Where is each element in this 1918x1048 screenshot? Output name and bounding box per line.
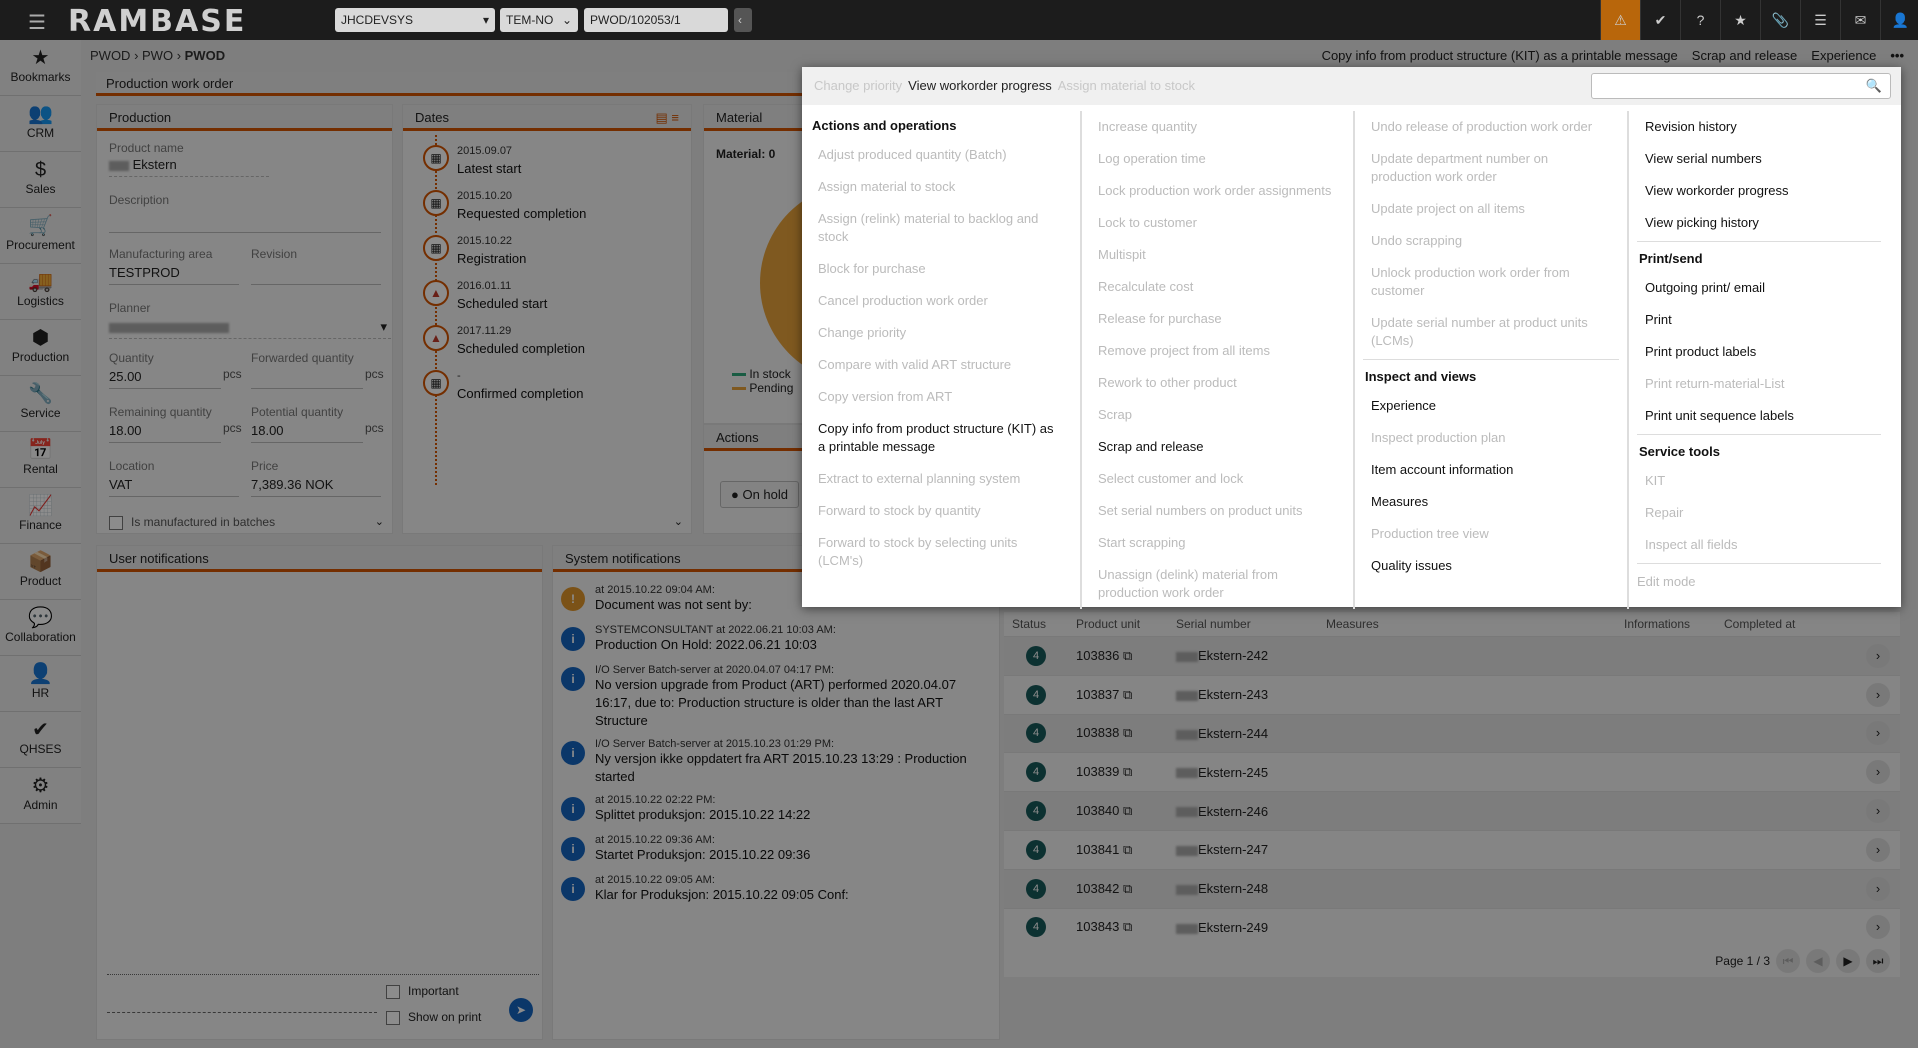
menu-group-title: Inspect and views xyxy=(1365,369,1477,384)
menu-item[interactable]: View picking history xyxy=(1637,207,1881,239)
menu-divider xyxy=(1637,241,1881,242)
menu-item[interactable]: Assign (relink) material to backlog and … xyxy=(810,203,1072,253)
mail-icon[interactable]: ✉ xyxy=(1840,0,1880,40)
menu-item[interactable]: Set serial numbers on product units xyxy=(1090,495,1345,527)
badge-check-icon[interactable]: ✔ xyxy=(1640,0,1680,40)
menu-item[interactable]: Undo release of production work order xyxy=(1363,111,1619,143)
menu-item[interactable]: Print product labels xyxy=(1637,336,1881,368)
menu-item[interactable]: Inspect production plan xyxy=(1363,422,1619,454)
menu-divider xyxy=(1637,434,1881,435)
chevron-down-icon: ⌄ xyxy=(561,13,572,27)
recent-action[interactable]: Change priority xyxy=(814,78,902,93)
menu-item[interactable]: Forward to stock by selecting units (LCM… xyxy=(810,527,1072,577)
back-button[interactable]: ‹ xyxy=(734,8,752,32)
menu-group-title: Service tools xyxy=(1639,444,1720,459)
menu-column: Increase quantity Log operation time Lock … xyxy=(1080,111,1353,609)
menu-item[interactable]: Select customer and lock xyxy=(1090,463,1345,495)
menu-item[interactable]: Update project on all items xyxy=(1363,193,1619,225)
menu-item[interactable]: Copy info from product structure (KIT) a… xyxy=(810,413,1072,463)
menu-item[interactable]: Adjust produced quantity (Batch) xyxy=(810,139,1072,171)
chevron-down-icon: ▾ xyxy=(482,13,489,27)
menu-icon[interactable]: ☰ xyxy=(28,10,46,35)
recent-actions: Change priority View workorder progress As… xyxy=(802,67,1901,105)
recent-action[interactable]: Assign material to stock xyxy=(1058,78,1195,93)
menu-item[interactable]: Print return-material-List xyxy=(1637,368,1881,400)
menu-item[interactable]: Measures xyxy=(1363,486,1619,518)
menu-item[interactable]: Update serial number at product units (L… xyxy=(1363,307,1619,357)
menu-item[interactable]: Change priority xyxy=(810,317,1072,349)
menu-item[interactable]: Scrap xyxy=(1090,399,1345,431)
menu-item[interactable]: Production tree view xyxy=(1363,518,1619,550)
menu-item[interactable]: Scrap and release xyxy=(1090,431,1345,463)
menu-item[interactable]: Start scrapping xyxy=(1090,527,1345,559)
company-select[interactable]: JHCDEVSYS ▾ xyxy=(335,8,495,32)
menu-column: Undo release of production work order Upd… xyxy=(1353,111,1627,609)
paperclip-icon[interactable]: 📎 xyxy=(1760,0,1800,40)
menu-item[interactable]: Forward to stock by quantity xyxy=(810,495,1072,527)
menu-item[interactable]: Print xyxy=(1637,304,1881,336)
menu-item[interactable]: Unassign (delink) material from producti… xyxy=(1090,559,1345,609)
region-select[interactable]: TEM-NO ⌄ xyxy=(500,8,578,32)
logo: RAMBASE xyxy=(68,4,247,39)
menu-item[interactable]: KIT xyxy=(1637,465,1881,497)
menu-item[interactable]: Lock production work order assignments xyxy=(1090,175,1345,207)
menu-item[interactable]: Quality issues xyxy=(1363,550,1619,582)
menu-divider xyxy=(1637,563,1881,564)
menu-item[interactable]: Increase quantity xyxy=(1090,111,1345,143)
search-icon[interactable]: 🔍 xyxy=(1866,78,1882,94)
menu-item[interactable]: Outgoing print/ email xyxy=(1637,272,1881,304)
menu-item[interactable]: Experience xyxy=(1363,390,1619,422)
menu-item[interactable]: Print unit sequence labels xyxy=(1637,400,1881,432)
warning-icon[interactable]: ⚠ xyxy=(1600,0,1640,40)
menu-item[interactable]: View workorder progress xyxy=(1637,175,1881,207)
menu-item[interactable]: Revision history xyxy=(1637,111,1881,143)
list-icon[interactable]: ☰ xyxy=(1800,0,1840,40)
menu-item[interactable]: Cancel production work order xyxy=(810,285,1072,317)
menu-item[interactable]: Log operation time xyxy=(1090,143,1345,175)
menu-item[interactable]: Rework to other product xyxy=(1090,367,1345,399)
recent-action[interactable]: View workorder progress xyxy=(908,78,1052,93)
menu-item[interactable]: Block for purchase xyxy=(810,253,1072,285)
menu-item[interactable]: Repair xyxy=(1637,497,1881,529)
menu-item[interactable]: Unlock production work order from custom… xyxy=(1363,257,1619,307)
menu-group-title: Print/send xyxy=(1639,251,1703,266)
menu-column: Actions and operations Adjust produced qu… xyxy=(802,111,1080,609)
menu-divider xyxy=(1363,359,1619,360)
menu-item[interactable]: Copy version from ART xyxy=(810,381,1072,413)
menu-item[interactable]: Item account information xyxy=(1363,454,1619,486)
menu-item[interactable]: Remove project from all items xyxy=(1090,335,1345,367)
menu-item[interactable]: Lock to customer xyxy=(1090,207,1345,239)
menu-item[interactable]: Release for purchase xyxy=(1090,303,1345,335)
menu-item[interactable]: Undo scrapping xyxy=(1363,225,1619,257)
menu-item[interactable]: Extract to external planning system xyxy=(810,463,1072,495)
menu-item[interactable]: Multispit xyxy=(1090,239,1345,271)
menu-item[interactable]: Assign material to stock xyxy=(810,171,1072,203)
menu-search-input[interactable]: 🔍 xyxy=(1591,73,1891,99)
menu-group-title: Actions and operations xyxy=(812,118,957,133)
menu-item[interactable]: Edit mode xyxy=(1637,566,1881,598)
star-icon[interactable]: ★ xyxy=(1720,0,1760,40)
menu-item[interactable]: View serial numbers xyxy=(1637,143,1881,175)
document-input[interactable]: PWOD/102053/1 xyxy=(584,8,728,32)
top-bar: ☰ RAMBASE JHCDEVSYS ▾ TEM-NO ⌄ PWOD/102053… xyxy=(0,0,1918,40)
context-menu-popup: Change priority View workorder progress As… xyxy=(802,67,1901,609)
menu-item[interactable]: Inspect all fields xyxy=(1637,529,1881,561)
menu-item[interactable]: Recalculate cost xyxy=(1090,271,1345,303)
menu-column: Revision history View serial numbers View … xyxy=(1627,111,1889,609)
user-icon[interactable]: 👤 xyxy=(1880,0,1918,40)
menu-item[interactable]: Compare with valid ART structure xyxy=(810,349,1072,381)
help-icon[interactable]: ? xyxy=(1680,0,1720,40)
menu-item[interactable]: Update department number on production w… xyxy=(1363,143,1619,193)
